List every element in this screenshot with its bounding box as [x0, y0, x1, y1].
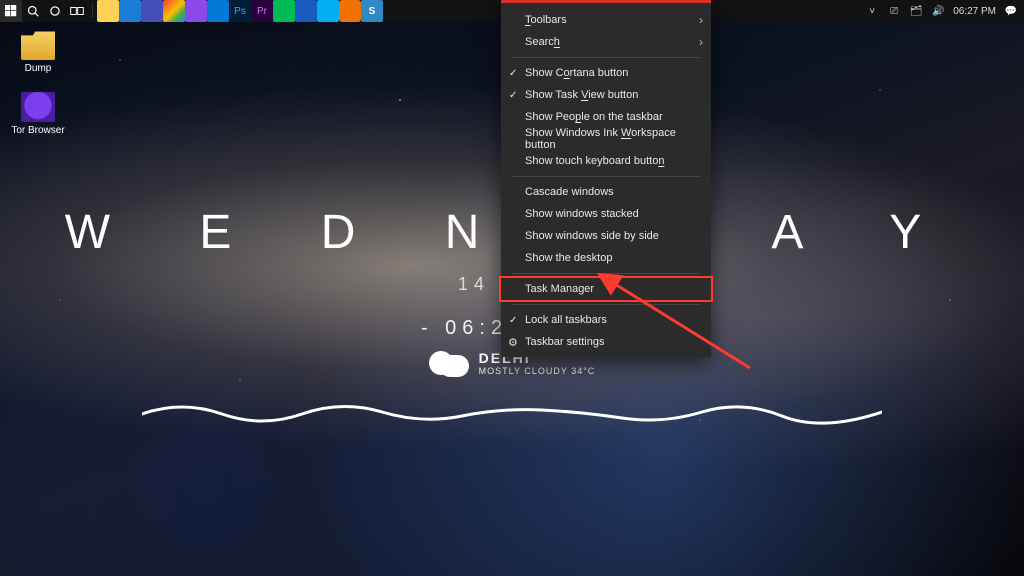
cortana-icon[interactable] — [44, 0, 66, 22]
action-center-icon[interactable]: 💬 — [1004, 6, 1018, 17]
menu-accent — [501, 0, 711, 3]
taskbar-app-vlc[interactable] — [339, 0, 361, 22]
menu-separator — [511, 176, 701, 177]
menu-item[interactable]: Toolbars — [501, 9, 711, 31]
menu-item[interactable]: Show windows side by side — [501, 225, 711, 247]
menu-item-label: Show the desktop — [525, 252, 612, 264]
tor-icon — [21, 92, 55, 122]
menu-item-label: Show windows stacked — [525, 208, 639, 220]
taskbar-app-explorer[interactable] — [97, 0, 119, 22]
taskbar-context-menu: Toolbars Search Show Cortana button Show Ta… — [501, 0, 711, 357]
folder-icon — [21, 30, 55, 60]
menu-item[interactable]: Task Manager — [501, 278, 711, 300]
menu-item[interactable]: Show windows stacked — [501, 203, 711, 225]
menu-item[interactable]: Cascade windows — [501, 181, 711, 203]
search-icon[interactable] — [22, 0, 44, 22]
chevron-down-icon[interactable]: ˅ — [865, 6, 879, 17]
menu-item[interactable]: Show Windows Ink Workspace button — [501, 128, 711, 150]
menu-item-label: Taskbar settings — [525, 336, 604, 348]
menu-item-label: Show Task View button — [525, 89, 638, 101]
network-icon[interactable]: ⎚ — [887, 6, 901, 17]
taskbar-app-skype[interactable] — [317, 0, 339, 22]
menu-item-label: Search — [525, 36, 560, 48]
menu-item[interactable]: Show Cortana button — [501, 62, 711, 84]
system-tray: ˅ ⎚ 🗂 🔊 06:27 PM 💬 — [865, 6, 1024, 17]
battery-icon[interactable]: 🗂 — [909, 6, 923, 17]
taskbar-app-edge[interactable] — [119, 0, 141, 22]
taskbar-app-ps[interactable]: Ps — [229, 0, 251, 22]
menu-item[interactable]: Taskbar settings — [501, 331, 711, 353]
menu-item-label: Show touch keyboard button — [525, 155, 664, 167]
taskbar-app-firefox[interactable] — [185, 0, 207, 22]
menu-item[interactable]: Show the desktop — [501, 247, 711, 269]
task-view-icon[interactable] — [66, 0, 88, 22]
taskbar-app-teams[interactable] — [141, 0, 163, 22]
menu-item-label: Task Manager — [525, 283, 594, 295]
menu-item[interactable]: Show Task View button — [501, 84, 711, 106]
menu-separator — [511, 57, 701, 58]
menu-item-label: Show Windows Ink Workspace button — [525, 127, 693, 151]
menu-item[interactable]: Search — [501, 31, 711, 53]
desktop-icon-label: Tor Browser — [8, 125, 68, 136]
taskbar-app-word[interactable] — [295, 0, 317, 22]
start-button[interactable] — [0, 0, 22, 22]
desktop-icon-dump[interactable]: Dump — [8, 30, 68, 74]
taskbar-app-chrome[interactable] — [163, 0, 185, 22]
menu-item[interactable]: Show People on the taskbar — [501, 106, 711, 128]
menu-item-label: Show windows side by side — [525, 230, 659, 242]
taskbar-app-vscode[interactable] — [207, 0, 229, 22]
taskbar-app-lic[interactable] — [273, 0, 295, 22]
menu-item-label: Show People on the taskbar — [525, 111, 663, 123]
menu-separator — [511, 273, 701, 274]
divider — [92, 4, 93, 18]
taskbar-app-snagit[interactable]: S — [361, 0, 383, 22]
menu-item[interactable]: Show touch keyboard button — [501, 150, 711, 172]
menu-item[interactable]: Lock all taskbars — [501, 309, 711, 331]
desktop-icon-tor[interactable]: Tor Browser — [8, 92, 68, 136]
taskbar-app-pr[interactable]: Pr — [251, 0, 273, 22]
volume-icon[interactable]: 🔊 — [931, 6, 945, 17]
menu-separator — [511, 304, 701, 305]
menu-item-label: Lock all taskbars — [525, 314, 607, 326]
menu-item-label: Show Cortana button — [525, 67, 628, 79]
desktop-icon-label: Dump — [8, 63, 68, 74]
systray-clock[interactable]: 06:27 PM — [953, 6, 996, 17]
menu-item-label: Cascade windows — [525, 186, 614, 198]
menu-item-label: Toolbars — [525, 14, 567, 26]
